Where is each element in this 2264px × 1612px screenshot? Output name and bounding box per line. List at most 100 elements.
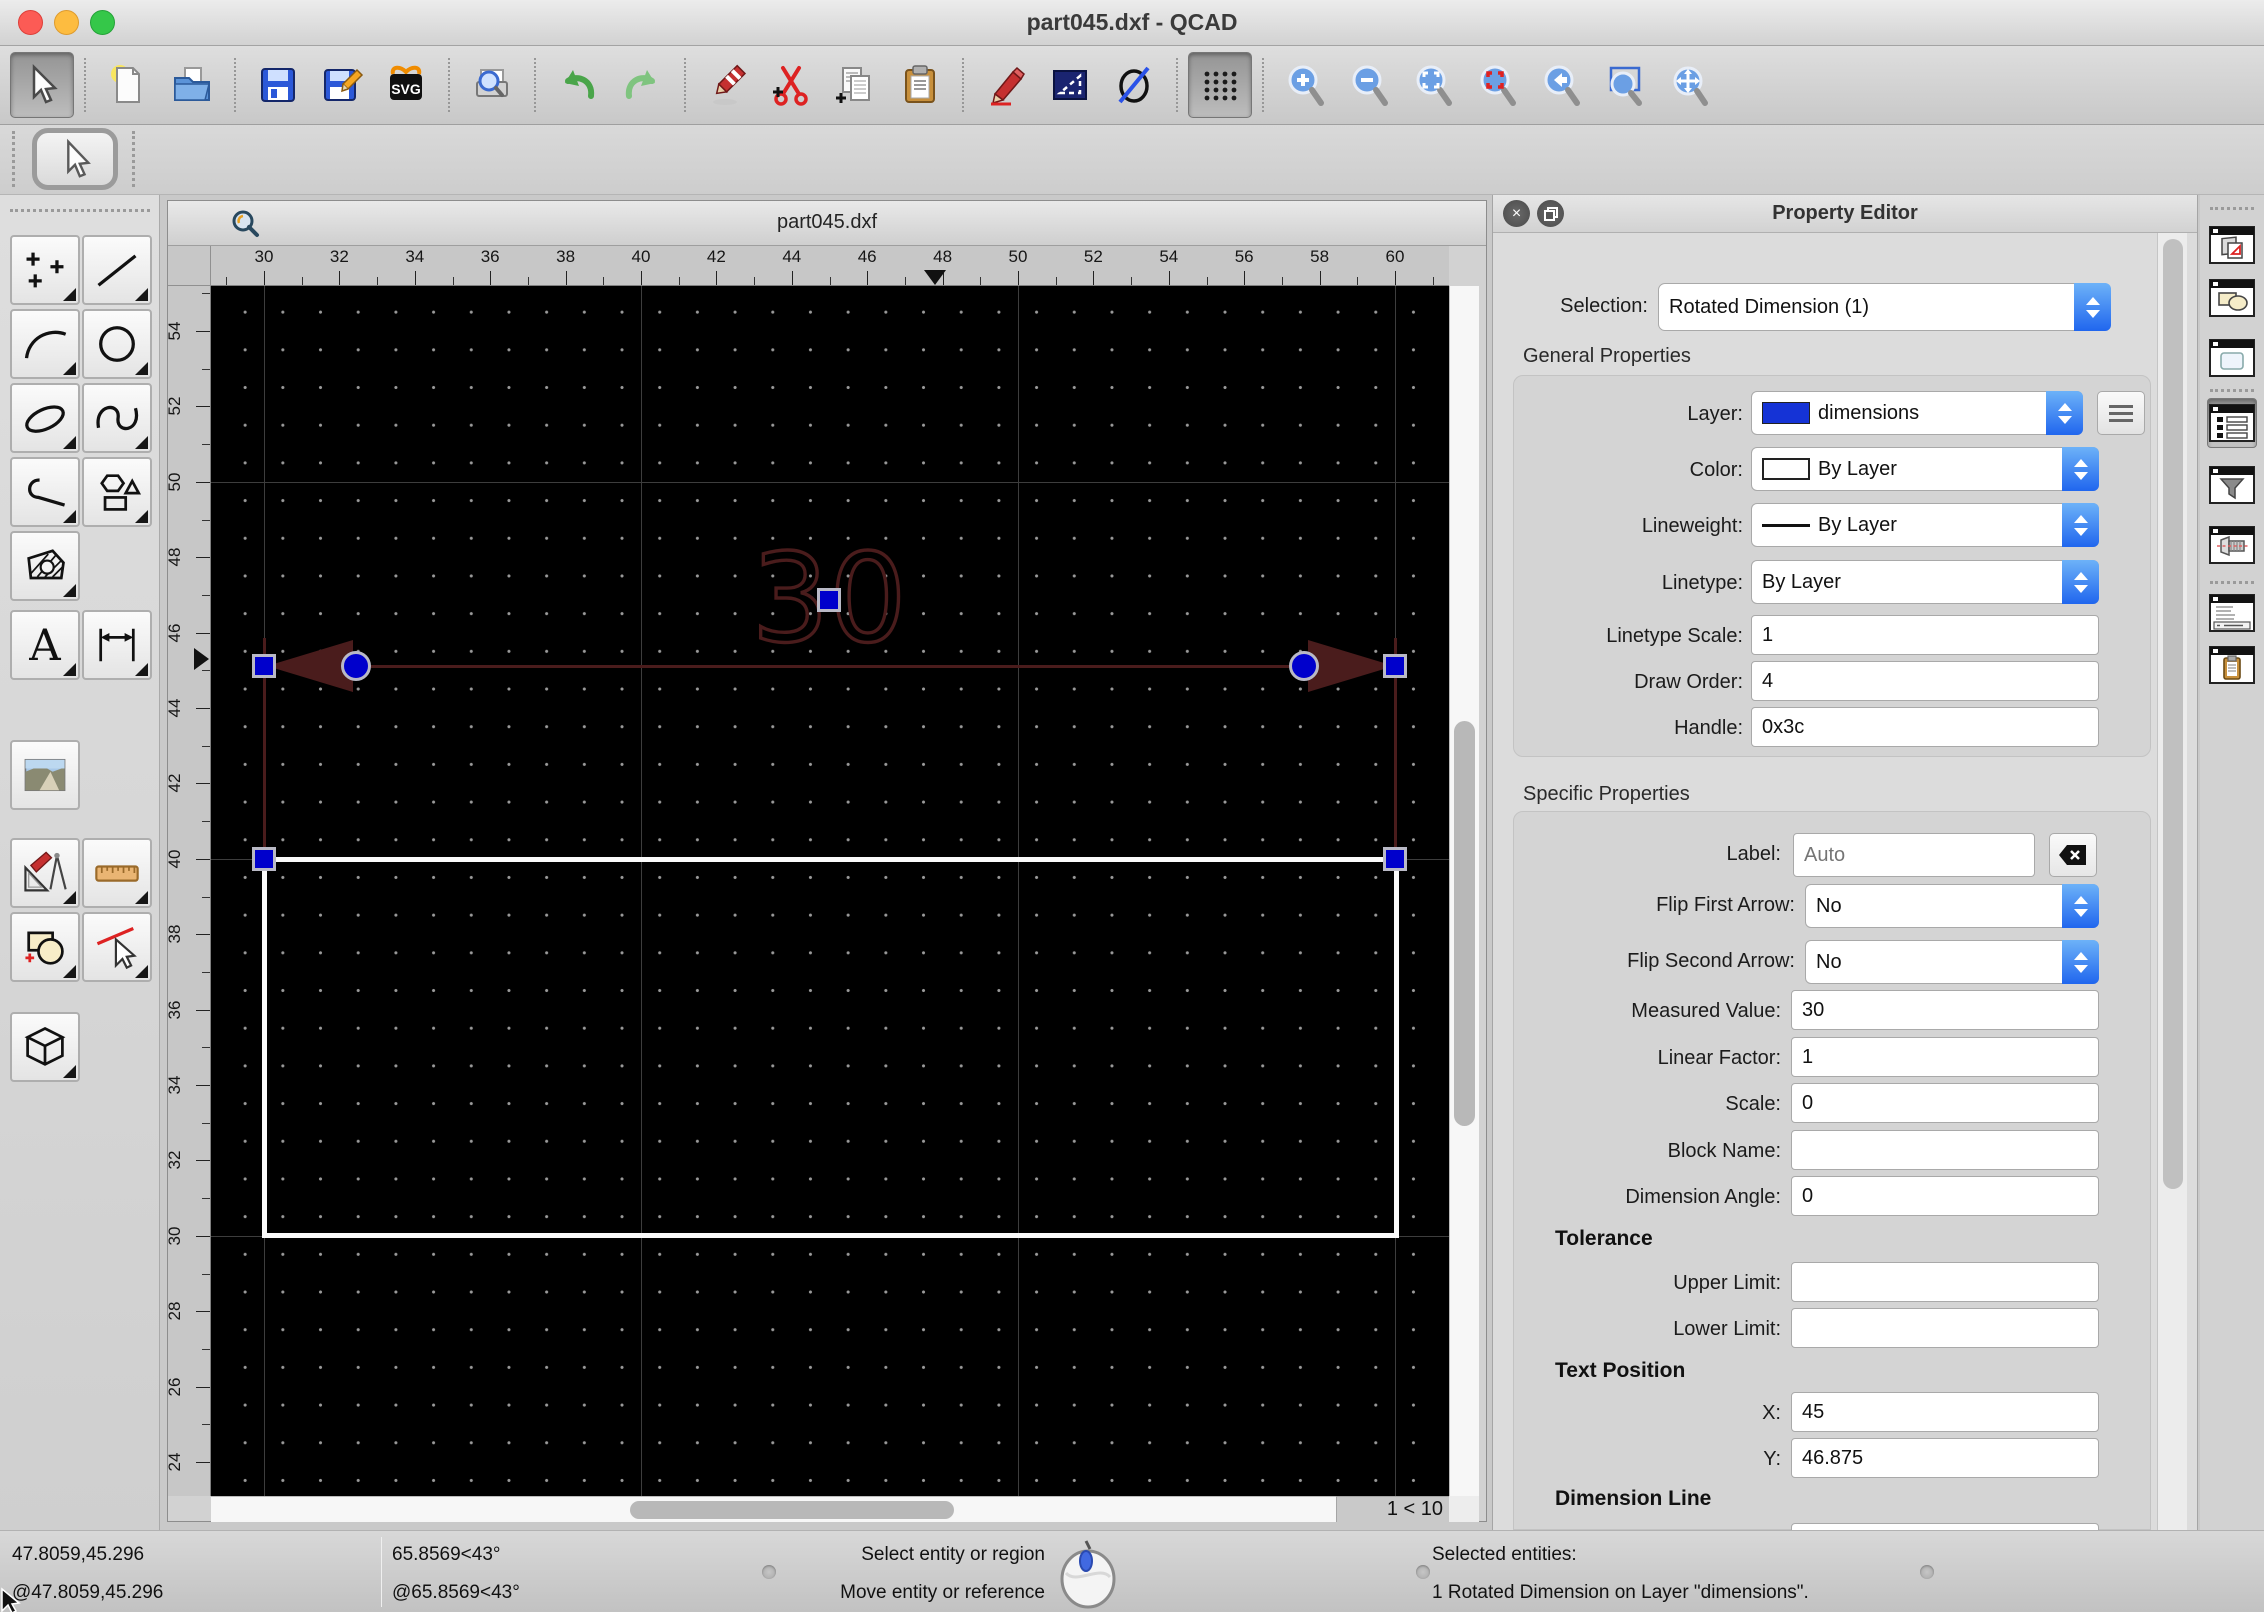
clipped-input[interactable] (1791, 1523, 2099, 1530)
modify-tools-button[interactable] (10, 838, 80, 908)
open-file-button[interactable] (160, 52, 224, 118)
block-tools-button[interactable] (10, 912, 80, 982)
drawing-canvas[interactable]: 30 (211, 286, 1449, 1496)
paste-button[interactable] (888, 52, 952, 118)
selection-filter-toggle[interactable] (2207, 462, 2257, 508)
print-preview-button[interactable] (460, 52, 524, 118)
flip-second-arrow-dropdown[interactable]: No (1805, 940, 2099, 984)
projection-tools-button[interactable] (10, 1012, 80, 1082)
copy-button[interactable] (824, 52, 888, 118)
draw-order-input[interactable] (1751, 661, 2099, 701)
color-value: By Layer (1818, 457, 1897, 480)
zoom-window-button[interactable] (1594, 52, 1658, 118)
dock-divider (2210, 581, 2254, 584)
polyline-tools-button[interactable] (10, 457, 80, 527)
text-x-input[interactable] (1791, 1392, 2099, 1432)
new-document-button[interactable] (96, 52, 160, 118)
grip-extension-origin-first[interactable] (252, 847, 276, 871)
toolbar-handle[interactable] (12, 131, 16, 187)
filter-icon (2209, 466, 2255, 504)
upper-limit-input[interactable] (1791, 1262, 2099, 1302)
command-line-toggle[interactable] (2207, 590, 2257, 636)
scrollbar-thumb[interactable] (2163, 239, 2183, 1189)
ellipse-tools-button[interactable] (10, 383, 80, 453)
select-tools-button[interactable] (82, 912, 152, 982)
circle-tools-button[interactable] (82, 309, 152, 379)
grid-toggle-button[interactable] (1188, 52, 1252, 118)
dock-handle[interactable] (2210, 207, 2254, 210)
arc-tools-button[interactable] (10, 309, 80, 379)
dimension-angle-input[interactable] (1791, 1176, 2099, 1216)
scrollbar-thumb[interactable] (1454, 721, 1475, 1126)
back-to-main-menu-button[interactable] (32, 128, 118, 190)
scrollbar-thumb[interactable] (630, 1501, 954, 1519)
selection-dropdown[interactable]: Rotated Dimension (1) (1658, 283, 2111, 331)
block-list-toggle[interactable] (2207, 275, 2257, 321)
rectangle-entity[interactable] (262, 857, 1399, 1238)
auto-zoom-button[interactable] (1402, 52, 1466, 118)
library-browser-toggle[interactable] (2207, 522, 2257, 568)
svg-export-button[interactable]: SVG (374, 52, 438, 118)
handle-input[interactable] (1751, 707, 2099, 747)
deselect-all-button[interactable] (1102, 52, 1166, 118)
grip-arrow-first[interactable] (341, 651, 371, 681)
linear-factor-input[interactable] (1791, 1037, 2099, 1077)
measured-value-input[interactable] (1791, 990, 2099, 1030)
lower-limit-input[interactable] (1791, 1308, 2099, 1348)
view-list-toggle[interactable] (2207, 335, 2257, 381)
linetype-scale-input[interactable] (1751, 615, 2099, 655)
measure-tools-button[interactable] (82, 838, 152, 908)
delete-button[interactable] (696, 52, 760, 118)
flip-first-arrow-dropdown[interactable]: No (1805, 884, 2099, 928)
undo-button[interactable] (546, 52, 610, 118)
document-titlebar[interactable]: part045.dxf (168, 201, 1486, 246)
point-tools-button[interactable] (10, 235, 80, 305)
save-as-button[interactable] (310, 52, 374, 118)
lineweight-dropdown[interactable]: By Layer (1751, 503, 2099, 547)
zoom-selection-button[interactable] (1466, 52, 1530, 118)
clear-label-button[interactable] (2049, 833, 2097, 877)
property-editor-toggle[interactable] (2207, 398, 2257, 448)
layer-list-button[interactable] (2097, 391, 2145, 435)
grip-arrow-second[interactable] (1289, 651, 1319, 681)
toolbar-handle[interactable] (132, 131, 136, 187)
text-y-input[interactable] (1791, 1438, 2099, 1478)
property-editor-scrollbar[interactable] (2157, 233, 2187, 1530)
grip-dimline-first[interactable] (252, 654, 276, 678)
status-splitter-grip[interactable] (762, 1565, 776, 1579)
grip-text-position[interactable] (817, 588, 841, 612)
hatch-tool-button[interactable] (10, 531, 80, 601)
status-splitter-grip[interactable] (1416, 1565, 1430, 1579)
dimension-tools-button[interactable] (82, 610, 152, 680)
invert-selection-button[interactable] (1038, 52, 1102, 118)
grip-extension-origin-second[interactable] (1383, 847, 1407, 871)
text-tool-button[interactable]: A (10, 610, 80, 680)
line-tools-button[interactable] (82, 235, 152, 305)
save-button[interactable] (246, 52, 310, 118)
grip-dimline-second[interactable] (1383, 654, 1407, 678)
block-name-input[interactable] (1791, 1130, 2099, 1170)
layer-dropdown[interactable]: dimensions (1751, 391, 2083, 435)
linetype-dropdown[interactable]: By Layer (1751, 560, 2099, 604)
zoom-out-button[interactable] (1338, 52, 1402, 118)
previous-view-button[interactable] (1530, 52, 1594, 118)
dimension-line-header: Dimension Line (1555, 1487, 1712, 1510)
shape-tools-button[interactable] (82, 457, 152, 527)
layer-list-toggle[interactable] (2207, 222, 2257, 268)
canvas-vertical-scrollbar[interactable] (1449, 286, 1479, 1496)
image-tool-button[interactable] (10, 740, 80, 810)
panel-handle[interactable] (10, 209, 150, 212)
spline-tools-button[interactable] (82, 383, 152, 453)
scale-input[interactable] (1791, 1083, 2099, 1123)
clipboard-panel-toggle[interactable] (2207, 642, 2257, 688)
canvas-horizontal-scrollbar[interactable] (211, 1496, 1336, 1522)
edit-pencil-button[interactable] (974, 52, 1038, 118)
pan-button[interactable] (1658, 52, 1722, 118)
zoom-in-button[interactable] (1274, 52, 1338, 118)
selection-tool-button[interactable] (10, 52, 74, 118)
redo-button[interactable] (610, 52, 674, 118)
cut-button[interactable] (760, 52, 824, 118)
status-splitter-grip[interactable] (1920, 1565, 1934, 1579)
label-input[interactable] (1793, 833, 2035, 877)
color-dropdown[interactable]: By Layer (1751, 447, 2099, 491)
